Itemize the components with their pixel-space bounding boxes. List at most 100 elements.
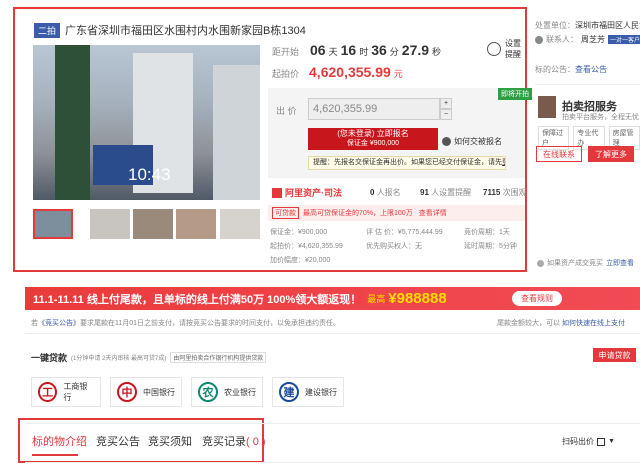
promo-text: 11.1-11.11 线上付尾款，且单标的线上付满50万 100%领大额返现！ bbox=[33, 293, 362, 306]
remind-button[interactable]: 设置 提醒 bbox=[487, 38, 521, 60]
tab-item-intro[interactable]: 标的物介绍 bbox=[32, 433, 87, 449]
ccb-logo-icon: 建 bbox=[279, 382, 299, 402]
login-link[interactable]: 登录 bbox=[502, 159, 505, 166]
bank-name: 建设银行 bbox=[305, 387, 337, 397]
contact-tag: 一对一客户服务 bbox=[608, 35, 640, 44]
platform-brand-name: 阿里资产·司法 bbox=[285, 188, 342, 198]
info-icon bbox=[537, 259, 544, 267]
view-count-value: 7115 bbox=[483, 188, 501, 197]
view-rules-button[interactable]: 查看规则 bbox=[512, 291, 562, 306]
signup-count-label: 人报名 bbox=[376, 188, 401, 197]
signup-count: 0 人报名 bbox=[370, 187, 401, 198]
deal-link-row: 如果资产成交竞买 立即查看 bbox=[537, 258, 634, 268]
announcement-link[interactable]: 查看公告 bbox=[575, 65, 607, 74]
decrease-bid-button[interactable]: − bbox=[440, 109, 452, 120]
deal-link-prefix: 如果资产成交竞买 bbox=[547, 260, 603, 267]
loan-text: 最高可贷保证金的70%，上限100万 bbox=[303, 210, 413, 217]
days-unit: 天 bbox=[328, 47, 338, 57]
online-contact-button[interactable]: 在线联系 bbox=[536, 146, 582, 162]
bank-icbc[interactable]: 工工商银行 bbox=[31, 377, 101, 407]
signup-button-deposit: 保证金 ¥900,000 bbox=[346, 140, 400, 147]
notice-prefix: 若 bbox=[31, 320, 38, 327]
platform-logo-icon bbox=[272, 187, 282, 198]
thumbnail-2[interactable] bbox=[90, 209, 130, 239]
chevron-down-icon: ▼ bbox=[608, 438, 615, 445]
start-price-value: 4,620,355.99 bbox=[309, 64, 391, 80]
tab-records[interactable]: 竞买记录( 0 ) bbox=[202, 433, 266, 449]
bid-amount-input[interactable] bbox=[308, 98, 440, 120]
remind-label-2: 提醒 bbox=[505, 50, 521, 59]
secs-unit: 秒 bbox=[432, 47, 442, 57]
detail-step: 加价幅度：¥20,000 bbox=[270, 257, 331, 264]
court-name: 深圳市福田区人民法院 bbox=[575, 21, 640, 30]
view-count-label: 次围观 bbox=[502, 188, 527, 197]
signup-button[interactable]: (您未登录) 立即报名 保证金 ¥900,000 bbox=[308, 128, 438, 150]
scan-bid-label: 扫码出价 bbox=[562, 437, 594, 446]
bank-name: 工商银行 bbox=[63, 382, 88, 402]
upcoming-badge: 即将开拍 bbox=[498, 88, 532, 100]
bank-name: 农业银行 bbox=[224, 387, 256, 397]
remind-count-label: 人设置提醒 bbox=[431, 188, 472, 197]
detail-assess-price: 评 估 价：¥5,775,444.99 bbox=[366, 229, 443, 236]
hours-unit: 时 bbox=[359, 47, 369, 57]
page-title: 广东省深圳市福田区水围村内水围新家园B栋1304 bbox=[65, 25, 306, 37]
learn-more-button[interactable]: 了解更多 bbox=[588, 146, 634, 162]
fast-pay-link[interactable]: 如何快速在线上支付 bbox=[562, 320, 625, 327]
status-badge: 二拍 bbox=[34, 22, 61, 38]
sidebar-divider bbox=[535, 84, 640, 85]
how-to-signup-link[interactable]: 如何交被报名 bbox=[442, 136, 502, 147]
clock-icon bbox=[487, 42, 501, 56]
bid-label: 出 价 bbox=[276, 106, 297, 116]
increase-bid-button[interactable]: + bbox=[440, 98, 452, 109]
bank-name: 中国银行 bbox=[143, 387, 175, 397]
tab-records-label: 竞买记录 bbox=[202, 436, 246, 448]
signup-count-value: 0 bbox=[370, 188, 375, 197]
one-key-loan-link[interactable]: 由阿里拍卖合作银行机构提供贷款 bbox=[170, 352, 267, 363]
promo-amount: ¥988888 bbox=[388, 290, 447, 307]
thumbnail-1[interactable] bbox=[33, 209, 73, 239]
signup-button-label: (您未登录) 立即报名 bbox=[337, 129, 409, 138]
property-photo[interactable]: 10:43 bbox=[33, 45, 260, 200]
abc-logo-icon: 农 bbox=[198, 382, 218, 402]
icbc-logo-icon: 工 bbox=[38, 382, 58, 402]
contact-row: 联系人：周芝芳 一对一客户服务 bbox=[535, 34, 640, 45]
announcement-row: 标的公告：查看公告 bbox=[535, 64, 607, 75]
mins-unit: 分 bbox=[389, 47, 399, 57]
court-row: 处置单位：深圳市福田区人民法院 bbox=[535, 20, 640, 31]
deal-link[interactable]: 立即查看 bbox=[606, 258, 634, 268]
start-price-label: 起拍价 bbox=[272, 69, 300, 79]
scan-bid[interactable]: 扫码出价 ▼ bbox=[562, 436, 615, 447]
detail-priority: 优先购买权人：无 bbox=[366, 243, 422, 250]
thumbnail-3[interactable] bbox=[133, 209, 173, 239]
loan-details-link[interactable]: 查看详情 bbox=[419, 208, 447, 218]
remind-count: 91 人设置提醒 bbox=[420, 187, 471, 198]
bank-ccb[interactable]: 建建设银行 bbox=[272, 377, 344, 407]
service-subtitle: 拍卖平台服务，全程无忧 bbox=[562, 114, 639, 121]
qr-code-icon bbox=[597, 437, 605, 446]
platform-brand: 阿里资产·司法 bbox=[272, 186, 342, 199]
loan-row: 可贷款 最高可贷保证金的70%，上限100万 查看详情 bbox=[268, 205, 525, 221]
thumbnail-5[interactable] bbox=[220, 209, 260, 239]
promo-max-label: 最高 bbox=[367, 294, 386, 304]
apply-loan-button[interactable]: 申请贷款 bbox=[593, 348, 636, 362]
contact-label: 联系人： bbox=[546, 35, 578, 44]
countdown-label: 距开始 bbox=[272, 47, 300, 57]
item-title-row: 二拍 广东省深圳市福田区水围村内水围新家园B栋1304 bbox=[34, 22, 306, 38]
photo-time-overlay: 10:43 bbox=[128, 165, 171, 184]
one-key-loan-header: 一键贷款 (1分钟申请 2天内审核 最高可贷7成) 由阿里拍卖合作银行机构提供贷… bbox=[31, 351, 267, 364]
countdown: 距开始 06 天 16 时 36 分 27.9 秒 bbox=[272, 42, 441, 58]
tab-announcement[interactable]: 竞买公告 bbox=[96, 433, 140, 449]
photo-tree-left bbox=[55, 45, 90, 200]
tab-rules[interactable]: 竞买须知 bbox=[148, 433, 192, 449]
court-label: 处置单位： bbox=[535, 21, 575, 30]
bank-abc[interactable]: 农农业银行 bbox=[191, 377, 263, 407]
fast-pay-row: 尾款金额较大，可以 如何快速在线上支付 bbox=[497, 318, 625, 328]
bank-boc[interactable]: 中中国银行 bbox=[110, 377, 182, 407]
detail-cycle: 竞价周期：1天 bbox=[464, 229, 510, 236]
notice-announcement-link[interactable]: 《竞买公告》 bbox=[38, 320, 80, 327]
view-count: 7115 次围观 bbox=[483, 187, 527, 198]
thumbnail-4[interactable] bbox=[176, 209, 216, 239]
tab-records-count: ( 0 ) bbox=[246, 436, 266, 448]
countdown-days: 06 bbox=[310, 42, 326, 58]
login-notice: 提醒：先报名交保证金再出价。如果您已经交付保证金，请先登录 bbox=[308, 156, 506, 170]
